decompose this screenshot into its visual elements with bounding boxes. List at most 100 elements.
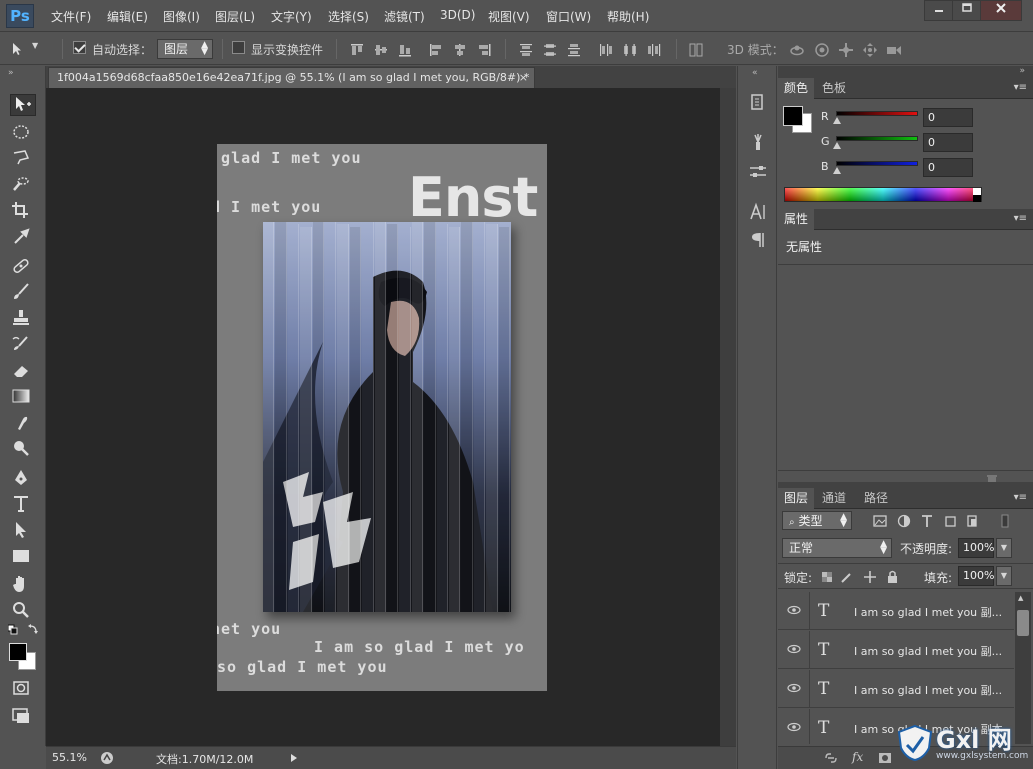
menu-select[interactable]: 选择(S) [328, 8, 369, 26]
3d-rotate-button[interactable] [789, 42, 805, 58]
layer-visibility-toggle[interactable] [778, 592, 810, 630]
foreground-color-swatch[interactable] [9, 643, 27, 661]
menu-3d[interactable]: 3D(D) [440, 8, 475, 26]
tool-presets-button[interactable] [748, 162, 768, 182]
preset-dropdown-arrow[interactable]: ▼ [32, 41, 38, 59]
distribute-top-button[interactable] [518, 42, 534, 58]
layer-row[interactable]: T I am so glad I met you 副... [778, 592, 1014, 630]
3d-slide-button[interactable] [862, 42, 878, 58]
menu-help[interactable]: 帮助(H) [607, 8, 649, 26]
green-slider-knob[interactable] [833, 142, 841, 149]
close-window-button[interactable] [980, 0, 1022, 21]
brush-tool[interactable] [10, 282, 36, 304]
distribute-vcenter-button[interactable] [542, 42, 558, 58]
blue-slider-track[interactable] [836, 161, 918, 166]
layers-scroll-thumb[interactable] [1017, 610, 1029, 636]
fx-icon[interactable]: fx [852, 750, 863, 764]
tab-swatches[interactable]: 色板 [816, 78, 852, 99]
menu-layer[interactable]: 图层(L) [215, 8, 255, 26]
3d-roll-button[interactable] [814, 42, 830, 58]
align-hcenter-button[interactable] [452, 42, 468, 58]
brush-presets-button[interactable] [748, 132, 768, 152]
default-colors-icon[interactable] [8, 624, 38, 636]
history-panel-button[interactable] [748, 92, 768, 112]
layer-visibility-toggle[interactable] [778, 631, 810, 669]
crop-tool[interactable] [10, 200, 36, 222]
zoom-tool[interactable] [10, 600, 36, 622]
menu-window[interactable]: 窗口(W) [546, 8, 591, 26]
move-tool[interactable] [10, 94, 36, 116]
menu-filter[interactable]: 滤镜(T) [384, 8, 425, 26]
menu-type[interactable]: 文字(Y) [271, 8, 312, 26]
auto-align-button[interactable] [688, 42, 704, 58]
marquee-tool[interactable] [10, 122, 36, 144]
healing-brush-tool[interactable] [10, 256, 36, 278]
show-transform-checkbox[interactable] [232, 40, 245, 58]
blue-slider-knob[interactable] [833, 167, 841, 174]
status-menu-arrow-icon[interactable] [290, 753, 298, 763]
red-value-field[interactable]: 0 [923, 108, 973, 127]
align-vcenter-button[interactable] [373, 42, 389, 58]
distribute-bottom-button[interactable] [566, 42, 582, 58]
tab-paths[interactable]: 路径 [858, 488, 894, 509]
menu-image[interactable]: 图像(I) [163, 8, 200, 26]
color-spectrum-ramp[interactable] [784, 187, 982, 202]
lock-icons[interactable] [820, 569, 902, 585]
layer-row[interactable]: T I am so glad I met you 副... [778, 631, 1014, 669]
rectangle-tool[interactable] [10, 546, 36, 568]
layer-visibility-toggle[interactable] [778, 670, 810, 708]
distribute-right-button[interactable] [646, 42, 662, 58]
collapse-toolbar-icon[interactable]: » [8, 68, 14, 78]
opacity-field[interactable]: 100% [958, 538, 994, 558]
properties-menu-icon[interactable]: ▾≡ [1014, 213, 1027, 224]
collapse-strip-icon[interactable]: « [752, 68, 758, 78]
panel-menu-icon[interactable]: ▾≡ [1014, 82, 1027, 93]
tab-color[interactable]: 颜色 [778, 78, 815, 99]
close-document-icon[interactable]: × [519, 68, 528, 87]
eraser-tool[interactable] [10, 360, 36, 382]
restore-button[interactable] [952, 0, 982, 21]
red-slider-knob[interactable] [833, 117, 841, 124]
color-swatches[interactable] [8, 642, 38, 670]
layer-mask-icon[interactable] [878, 752, 892, 764]
red-slider-track[interactable] [836, 111, 918, 116]
fill-dropdown-arrow[interactable]: ▼ [996, 566, 1012, 586]
green-value-field[interactable]: 0 [923, 133, 973, 152]
green-slider-track[interactable] [836, 136, 918, 141]
screen-mode-button[interactable] [10, 706, 36, 728]
history-brush-tool[interactable] [10, 334, 36, 356]
distribute-hcenter-button[interactable] [622, 42, 638, 58]
tab-layers[interactable]: 图层 [778, 488, 815, 509]
blue-value-field[interactable]: 0 [923, 158, 973, 177]
white-chip[interactable] [973, 188, 981, 195]
menu-file[interactable]: 文件(F) [51, 8, 91, 26]
character-panel-button[interactable] [748, 202, 768, 222]
layers-menu-icon[interactable]: ▾≡ [1014, 492, 1027, 503]
blur-tool[interactable] [10, 412, 36, 434]
3d-drag-button[interactable] [838, 42, 854, 58]
align-right-button[interactable] [476, 42, 492, 58]
share-icon[interactable] [100, 751, 114, 765]
opacity-dropdown-arrow[interactable]: ▼ [996, 538, 1012, 558]
layer-visibility-toggle[interactable] [778, 709, 810, 744]
canvas-area[interactable]: o glad I met you d I met you Enst net yo… [46, 88, 736, 748]
gradient-tool[interactable] [10, 386, 36, 408]
menu-edit[interactable]: 编辑(E) [107, 8, 148, 26]
link-icon[interactable] [824, 752, 838, 764]
auto-select-checkbox[interactable] [73, 40, 86, 58]
tab-properties[interactable]: 属性 [778, 209, 815, 230]
menu-view[interactable]: 视图(V) [488, 8, 530, 26]
distribute-left-button[interactable] [598, 42, 614, 58]
eyedropper-tool[interactable] [10, 226, 36, 248]
auto-select-target-select[interactable]: 图层 ▲ ▼ [157, 39, 213, 59]
layer-row[interactable]: T I am so glad I met you 副... [778, 670, 1014, 708]
type-tool[interactable] [10, 494, 36, 516]
scroll-up-icon[interactable]: ▲ [1018, 594, 1023, 602]
blend-mode-select[interactable]: 正常 ▲ ▼ [782, 538, 892, 558]
3d-camera-button[interactable] [886, 42, 902, 58]
canvas-vertical-scrollbar[interactable] [720, 88, 736, 748]
quick-mask-button[interactable] [10, 678, 36, 700]
align-bottom-button[interactable] [397, 42, 413, 58]
quick-select-tool[interactable] [10, 174, 36, 196]
align-left-button[interactable] [428, 42, 444, 58]
